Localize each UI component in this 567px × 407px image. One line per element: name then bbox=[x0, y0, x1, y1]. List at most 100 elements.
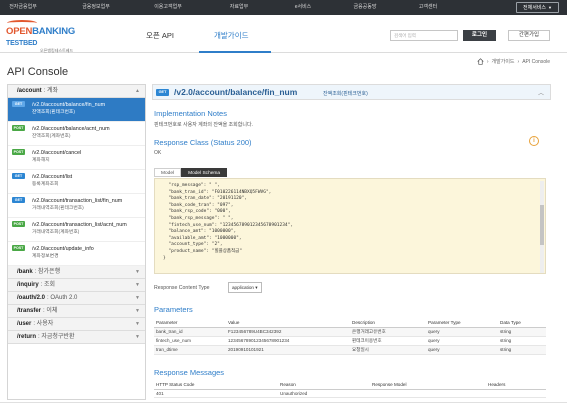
nav-devguide[interactable]: 개발가이드 bbox=[214, 30, 249, 41]
nav-openapi[interactable]: 오픈 API bbox=[146, 30, 174, 41]
nav-active-indicator bbox=[199, 51, 271, 53]
sidebar-item-update-info[interactable]: POST /v2.0/account/update_info 계좌정보변경 bbox=[8, 242, 145, 266]
item-path: /v2.0/account/balance/fin_num bbox=[32, 102, 106, 108]
topnav-item-efinance[interactable]: 전자금융업무 bbox=[0, 0, 46, 15]
col-header: Data Type bbox=[498, 318, 546, 328]
info-icon[interactable]: i bbox=[529, 136, 539, 146]
param-value-input[interactable]: F123456789U4BC342392 bbox=[226, 327, 350, 337]
sidebar-item-balance-fin-num[interactable]: GET /v2.0/account/balance/fin_num 잔액조회(핀… bbox=[8, 98, 145, 122]
param-type: query bbox=[426, 327, 498, 337]
logo-swoosh-icon bbox=[7, 20, 37, 26]
group-desc: : 사용자 bbox=[33, 321, 54, 327]
sidebar-group-bank[interactable]: /bank: 참가은행 ▼ bbox=[8, 266, 145, 279]
chevron-down-icon: ▼ bbox=[135, 269, 140, 275]
scrollbar[interactable] bbox=[540, 181, 544, 273]
col-header: Reason bbox=[278, 380, 370, 390]
group-desc: : 참가은행 bbox=[34, 269, 61, 275]
sidebar-item-transaction-acnt-num[interactable]: POST /v2.0/account/transaction_list/acnt… bbox=[8, 218, 145, 242]
all-services-label: 전체서비스 bbox=[523, 5, 547, 11]
schema-line: "bank_rsp_code": "000", bbox=[163, 209, 231, 215]
schema-line: "balance_amt": "1000000", bbox=[163, 229, 237, 235]
topnav-item-customer[interactable]: 이용고객업무 bbox=[146, 0, 190, 15]
group-path: /oauth/2.0 bbox=[17, 295, 46, 301]
breadcrumb-item[interactable]: 개발가이드 bbox=[492, 58, 515, 65]
logo[interactable]: OPENBANKING TESTBED 오픈뱅킹테스트베드 bbox=[6, 20, 86, 53]
top-nav: 전자금융업무 금융정보업무 이용고객업무 자료업무 e서비스 금융공동망 고객센… bbox=[0, 0, 442, 15]
search-input[interactable]: 검색어 입력 bbox=[390, 30, 458, 41]
topnav-item-fininfo[interactable]: 금융정보업무 bbox=[74, 0, 118, 15]
endpoint-path: /v2.0/account/balance/fin_num bbox=[174, 87, 298, 97]
sidebar-item-list[interactable]: GET /v2.0/account/list 등록계좌조회 bbox=[8, 170, 145, 194]
logo-banking: BANKING bbox=[32, 26, 76, 37]
sidebar-group-return[interactable]: /return: 자금청구반환 ▼ bbox=[8, 331, 145, 344]
chevron-down-icon: ▼ bbox=[135, 308, 140, 314]
sidebar-group-user[interactable]: /user: 사용자 ▼ bbox=[8, 318, 145, 331]
topnav-item-eservice[interactable]: e서비스 bbox=[290, 0, 316, 15]
chevron-up-icon: ▲ bbox=[135, 88, 140, 94]
parameters-title: Parameters bbox=[154, 305, 193, 314]
topnav-item-data[interactable]: 자료업무 bbox=[224, 0, 254, 15]
status-code: 401 bbox=[154, 389, 278, 398]
logo-subtitle: 오픈뱅킹테스트베드 bbox=[40, 48, 74, 53]
sidebar-item-cancel[interactable]: POST /v2.0/account/cancel 계좌해지 bbox=[8, 146, 145, 170]
sidebar-item-transaction-fin-num[interactable]: GET /v2.0/account/transaction_list/fin_n… bbox=[8, 194, 145, 218]
model-schema-box[interactable]: "rsp_message": " ", "bank_tran_id": "F01… bbox=[154, 178, 546, 274]
item-desc: 거래내역조회(계좌번호) bbox=[32, 230, 80, 235]
group-path: /return bbox=[17, 334, 37, 340]
col-header: Description bbox=[350, 318, 426, 328]
item-desc: 계좌정보변경 bbox=[32, 254, 59, 259]
schema-line: "account_type": "2", bbox=[163, 242, 223, 248]
chevron-up-icon[interactable]: ︿ bbox=[538, 88, 544, 97]
schema-line: "rsp_message": " ", bbox=[163, 183, 220, 188]
chevron-down-icon: ▼ bbox=[135, 295, 140, 301]
item-path: /v2.0/account/balance/acnt_num bbox=[32, 126, 110, 132]
endpoint-panel: GET /v2.0/account/balance/fin_num 잔액조회(핀… bbox=[152, 84, 551, 402]
item-path: /v2.0/account/transaction_list/fin_num bbox=[32, 198, 123, 204]
headers bbox=[486, 389, 546, 398]
endpoint-header[interactable]: GET /v2.0/account/balance/fin_num 잔액조회(핀… bbox=[152, 84, 551, 100]
col-header: Parameter Type bbox=[426, 318, 498, 328]
sidebar-group-transfer[interactable]: /transfer: 이체 ▼ bbox=[8, 305, 145, 318]
col-header: Value bbox=[226, 318, 350, 328]
param-value-input[interactable]: 20190910101921 bbox=[226, 345, 350, 355]
param-datatype: string bbox=[498, 345, 546, 355]
method-badge: GET bbox=[156, 89, 169, 96]
param-desc: 요청일시 bbox=[350, 345, 426, 355]
chevron-down-icon: ▼ bbox=[135, 321, 140, 327]
signup-button[interactable]: 간편가입 bbox=[508, 30, 550, 41]
col-header: Parameter bbox=[154, 318, 226, 328]
item-desc: 계좌해지 bbox=[32, 158, 50, 163]
tab-model[interactable]: Model bbox=[154, 168, 182, 177]
chevron-down-icon: ▼ bbox=[548, 5, 552, 10]
all-services-button[interactable]: 전체서비스 ▼ bbox=[516, 2, 559, 13]
home-icon[interactable] bbox=[477, 58, 484, 65]
breadcrumb-sep-icon: › bbox=[486, 58, 489, 65]
method-badge: POST bbox=[12, 221, 25, 227]
table-row: tran_dtime 20190910101921 요청일시 query str… bbox=[154, 345, 546, 355]
group-path: /user bbox=[17, 321, 32, 327]
param-datatype: string bbox=[498, 327, 546, 337]
login-button[interactable]: 로그인 bbox=[463, 30, 496, 41]
chevron-down-icon: ▾ bbox=[255, 285, 258, 290]
group-path: /transfer bbox=[17, 308, 42, 314]
sidebar-group-oauth[interactable]: /oauth/2.0: OAuth 2.0 ▼ bbox=[8, 292, 145, 305]
sidebar-item-balance-acnt-num[interactable]: POST /v2.0/account/balance/acnt_num 잔액조회… bbox=[8, 122, 145, 146]
page-title: API Console bbox=[7, 66, 69, 78]
param-value-input[interactable]: 123456789012345678901234 bbox=[226, 336, 350, 346]
sidebar-group-inquiry[interactable]: /inquiry: 조회 ▼ bbox=[8, 279, 145, 292]
method-badge: POST bbox=[12, 245, 25, 251]
group-desc: : 이체 bbox=[43, 308, 58, 314]
group-path: /inquiry bbox=[17, 282, 39, 288]
col-header: HTTP Status Code bbox=[154, 380, 278, 390]
method-badge: GET bbox=[12, 197, 25, 203]
reason: Unauthorized bbox=[278, 389, 370, 398]
tab-model-schema[interactable]: Model Schema bbox=[181, 168, 228, 177]
topnav-item-network[interactable]: 금융공동망 bbox=[348, 0, 382, 15]
topnav-item-support[interactable]: 고객센터 bbox=[414, 0, 442, 15]
sidebar-group-account[interactable]: /account: 계좌 ▲ bbox=[8, 85, 145, 98]
response-content-type-select[interactable]: application ▾ bbox=[228, 282, 262, 293]
group-desc: : 조회 bbox=[40, 282, 56, 288]
param-datatype: string bbox=[498, 336, 546, 346]
scrollbar-thumb[interactable] bbox=[540, 205, 544, 245]
item-path: /v2.0/account/transaction_list/acnt_num bbox=[32, 222, 127, 228]
